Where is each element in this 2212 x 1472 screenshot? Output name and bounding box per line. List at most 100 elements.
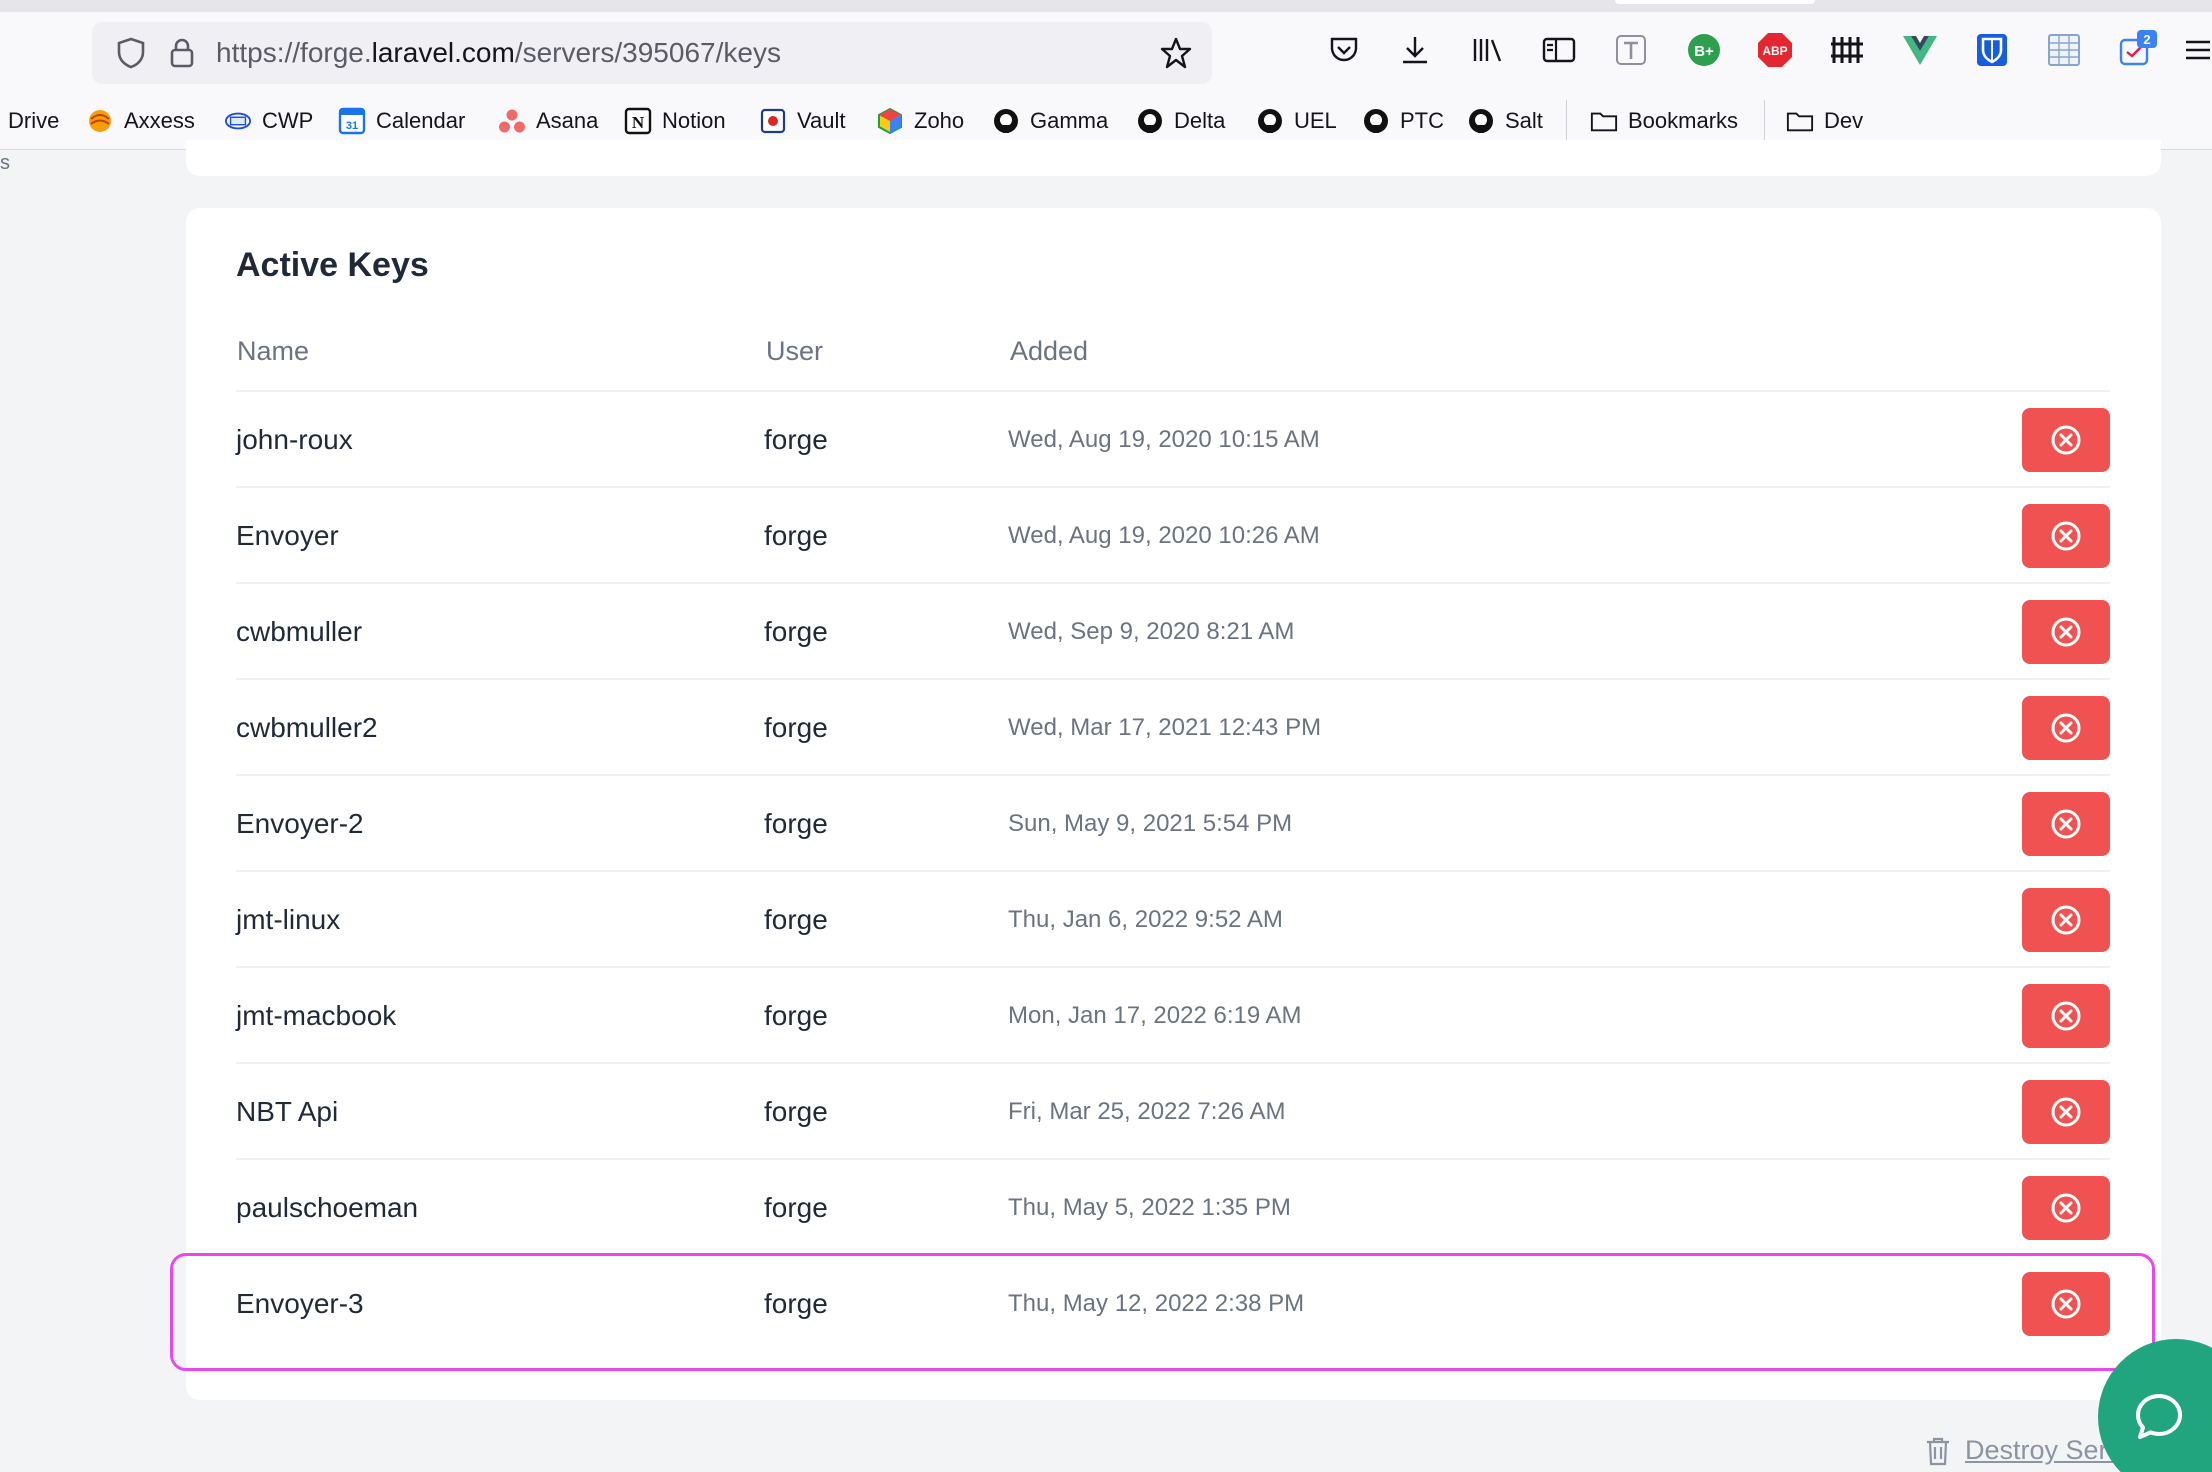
bookmark-delta[interactable]: Delta xyxy=(1136,98,1225,144)
key-name: Envoyer-2 xyxy=(236,808,364,839)
delete-key-button[interactable] xyxy=(2022,888,2110,952)
delete-key-button[interactable] xyxy=(2022,408,2110,472)
browser-chrome: https://forge.laravel.com/servers/395067… xyxy=(0,0,2212,150)
delete-key-button[interactable] xyxy=(2022,504,2110,568)
key-name: jmt-macbook xyxy=(236,1000,397,1031)
bookmark-label: Calendar xyxy=(376,108,466,133)
bookmark-gamma[interactable]: Gamma xyxy=(992,98,1108,144)
table-row: paulschoeman forge Thu, May 5, 2022 1:35… xyxy=(236,1158,2110,1254)
tab-strip xyxy=(0,0,2212,12)
notion-icon-letter: N xyxy=(632,113,645,132)
bookmark-folder-bookmarks[interactable]: Bookmarks xyxy=(1590,98,1738,144)
fence-extension-icon[interactable] xyxy=(1826,28,1870,72)
x-circle-icon xyxy=(2051,809,2081,839)
delete-key-button[interactable] xyxy=(2022,792,2110,856)
bookmark-label: Salt xyxy=(1505,108,1543,133)
github-icon xyxy=(1136,107,1164,135)
delete-key-button[interactable] xyxy=(2022,1080,2110,1144)
cwp-icon xyxy=(224,107,252,135)
key-name: Envoyer xyxy=(236,520,339,551)
key-user: forge xyxy=(764,808,828,839)
x-circle-icon xyxy=(2051,1001,2081,1031)
bookmark-label: Vault xyxy=(797,108,846,133)
sidebar-icon[interactable] xyxy=(1537,28,1581,72)
bplus-extension-icon[interactable]: B+ xyxy=(1682,28,1726,72)
key-user: forge xyxy=(764,1096,828,1127)
table-row: NBT Api forge Fri, Mar 25, 2022 7:26 AM xyxy=(236,1062,2110,1158)
github-icon xyxy=(1362,107,1390,135)
key-added: Wed, Sep 9, 2020 8:21 AM xyxy=(1008,618,1295,645)
trash-icon xyxy=(1927,1437,1949,1465)
url-bar[interactable]: https://forge.laravel.com/servers/395067… xyxy=(92,22,1212,84)
table-row: cwbmuller forge Wed, Sep 9, 2020 8:21 AM xyxy=(236,582,2110,678)
menu-icon[interactable] xyxy=(2180,28,2212,72)
delete-key-button[interactable] xyxy=(2022,1176,2110,1240)
bookmark-salt[interactable]: Salt xyxy=(1467,98,1543,144)
key-added: Fri, Mar 25, 2022 7:26 AM xyxy=(1008,1098,1286,1125)
library-icon[interactable] xyxy=(1465,28,1509,72)
tracking-shield-icon[interactable] xyxy=(110,22,152,84)
key-user: forge xyxy=(764,1000,828,1031)
vue-devtools-icon[interactable] xyxy=(1898,28,1942,72)
grid-extension-icon[interactable] xyxy=(2042,28,2086,72)
pocket-icon[interactable] xyxy=(1322,28,1366,72)
bookmark-label: Bookmarks xyxy=(1628,108,1739,133)
x-circle-icon xyxy=(2051,905,2081,935)
bookmark-notion[interactable]: N Notion xyxy=(624,98,726,144)
url-prefix: https://forge. xyxy=(216,37,372,68)
key-added: Mon, Jan 17, 2022 6:19 AM xyxy=(1008,1002,1302,1029)
folder-icon xyxy=(1786,107,1814,135)
bookmark-calendar[interactable]: 31 Calendar xyxy=(338,98,465,144)
column-header-added: Added xyxy=(1010,336,1089,366)
x-circle-icon xyxy=(2051,1193,2081,1223)
bookmarks-bar: Drive Axxess CWP 31 Calendar Asana N Not… xyxy=(0,98,2212,144)
delete-key-button[interactable] xyxy=(2022,696,2110,760)
github-icon xyxy=(1256,107,1284,135)
key-added: Sun, May 9, 2021 5:54 PM xyxy=(1008,810,1293,837)
bookmark-axxess[interactable]: Axxess xyxy=(86,98,195,144)
bookmark-ptc[interactable]: PTC xyxy=(1362,98,1444,144)
notion-icon: N xyxy=(624,107,652,135)
bookmark-label: Delta xyxy=(1174,108,1226,133)
bookmark-label: Asana xyxy=(536,108,599,133)
x-circle-icon xyxy=(2051,521,2081,551)
bookmarks-separator xyxy=(1764,100,1765,142)
active-tab-edge[interactable] xyxy=(1615,0,1815,4)
key-user: forge xyxy=(764,424,828,455)
bookmark-asana[interactable]: Asana xyxy=(498,98,598,144)
adblock-plus-icon[interactable]: ABP xyxy=(1753,28,1797,72)
previous-section-card xyxy=(186,140,2161,176)
key-added: Wed, Aug 19, 2020 10:15 AM xyxy=(1008,426,1320,453)
key-user: forge xyxy=(764,520,828,551)
key-name: paulschoeman xyxy=(236,1192,419,1223)
key-name: jmt-linux xyxy=(236,904,341,935)
calendar-icon-day: 31 xyxy=(346,120,358,132)
delete-key-button[interactable] xyxy=(2022,984,2110,1048)
key-name: cwbmuller2 xyxy=(236,712,378,743)
key-user: forge xyxy=(764,1192,828,1223)
bookmark-label: Axxess xyxy=(124,108,195,133)
url-host: laravel.com xyxy=(371,37,515,68)
bookmark-star-icon[interactable] xyxy=(1154,22,1198,84)
bookmark-uel[interactable]: UEL xyxy=(1256,98,1337,144)
folder-icon xyxy=(1590,107,1618,135)
url-text[interactable]: https://forge.laravel.com/servers/395067… xyxy=(216,22,781,84)
bookmark-vault[interactable]: Vault xyxy=(759,98,846,144)
bookmark-cwp[interactable]: CWP xyxy=(224,98,313,144)
table-row: jmt-macbook forge Mon, Jan 17, 2022 6:19… xyxy=(236,966,2110,1062)
bookmark-folder-dev[interactable]: Dev xyxy=(1786,98,1863,144)
lock-icon[interactable] xyxy=(162,22,202,84)
zoho-icon xyxy=(876,107,904,135)
table-row: Envoyer-2 forge Sun, May 9, 2021 5:54 PM xyxy=(236,774,2110,870)
notifications-extension-icon[interactable]: 2 xyxy=(2115,28,2159,72)
bookmark-zoho[interactable]: Zoho xyxy=(876,98,964,144)
bookmark-drive[interactable]: Drive xyxy=(8,98,59,144)
bitwarden-icon[interactable] xyxy=(1970,28,2014,72)
delete-key-button[interactable] xyxy=(2022,600,2110,664)
calendar-icon: 31 xyxy=(338,107,366,135)
download-icon[interactable] xyxy=(1393,28,1437,72)
text-extension-icon[interactable] xyxy=(1609,28,1653,72)
bplus-label: B+ xyxy=(1694,43,1714,60)
bookmark-label: Dev xyxy=(1824,108,1864,133)
key-added: Wed, Mar 17, 2021 12:43 PM xyxy=(1008,714,1322,741)
